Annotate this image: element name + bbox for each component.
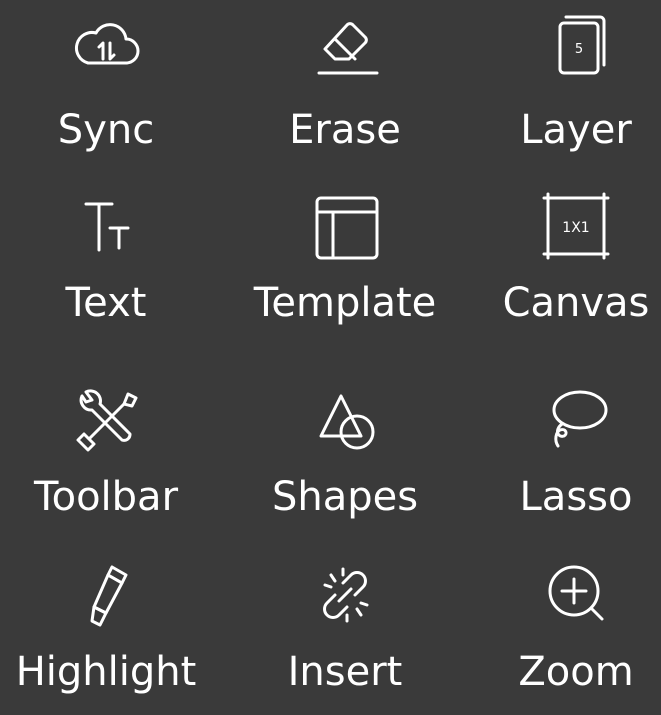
cloud-sync-icon [66,5,146,85]
sync-tool[interactable]: Sync [0,0,216,160]
wrench-screwdriver-icon [66,380,146,460]
tool-label: Insert [287,649,403,695]
lasso-tool[interactable]: Lasso [466,372,661,532]
canvas-tool[interactable]: 1X1 Canvas [466,178,661,338]
canvas-icon: 1X1 [536,186,616,266]
insert-tool[interactable]: Insert [235,555,455,715]
text-size-icon [66,186,146,266]
layer-count: 5 [575,42,583,57]
tool-label: Layer [520,107,632,153]
toolbar-tool[interactable]: Toolbar [0,372,216,532]
shapes-tool[interactable]: Shapes [235,372,455,532]
template-icon [305,186,385,266]
template-tool[interactable]: Template [235,178,455,338]
tool-label: Erase [289,107,401,153]
zoom-in-icon [536,555,616,635]
layers-icon: 5 [536,5,616,85]
insert-link-icon [305,555,385,635]
tool-label: Zoom [518,649,634,695]
text-tool[interactable]: Text [0,178,216,338]
layer-tool[interactable]: 5 Layer [466,0,661,160]
highlighter-icon [66,555,146,635]
tool-label: Highlight [15,649,197,695]
tool-label: Sync [57,107,155,153]
eraser-icon [305,5,385,85]
erase-tool[interactable]: Erase [235,0,455,160]
zoom-tool[interactable]: Zoom [466,555,661,715]
tool-label: Text [65,280,147,326]
canvas-ratio: 1X1 [562,220,589,236]
highlight-tool[interactable]: Highlight [0,555,216,715]
lasso-icon [536,380,616,460]
tool-label: Shapes [271,474,419,520]
tool-label: Toolbar [33,474,179,520]
shapes-icon [305,380,385,460]
tool-label: Template [253,280,437,326]
tool-label: Canvas [502,280,650,326]
tool-label: Lasso [519,474,633,520]
